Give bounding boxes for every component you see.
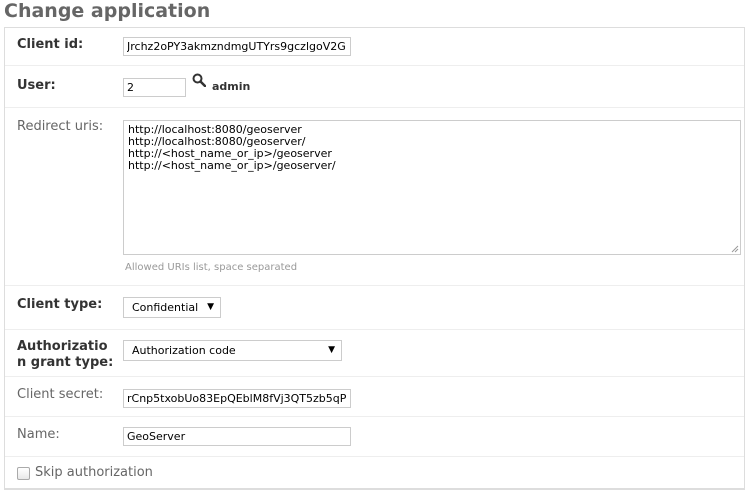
client-secret-label: Client secret: [17,387,104,402]
redirect-uris-row: Redirect uris: http://localhost:8080/geo… [5,108,744,286]
client-type-select[interactable]: Confidential ▼ [123,297,221,318]
redirect-uris-textarea[interactable]: http://localhost:8080/geoserver http://l… [123,120,741,255]
grant-type-label: Authorizatio n grant type: [17,339,113,371]
redirect-uri-line: http://<host_name_or_ip>/geoserver/ [128,159,336,172]
name-row: Name: [5,417,744,457]
resize-grip-icon[interactable] [730,244,739,253]
grant-type-label-line1: Authorizatio [17,339,108,354]
client-type-label: Client type: [17,297,103,312]
grant-type-select[interactable]: Authorization code ▼ [123,340,342,361]
skip-authorization-label[interactable]: Skip authorization [35,465,153,480]
name-input[interactable] [123,427,351,446]
redirect-uris-label: Redirect uris: [17,119,104,134]
client-id-row: Client id: [5,28,744,66]
dropdown-arrow-icon: ▼ [207,302,214,312]
client-secret-row: Client secret: [5,377,744,417]
dropdown-arrow-icon: ▼ [328,345,335,355]
client-id-label: Client id: [17,37,84,52]
skip-authorization-checkbox[interactable] [17,467,30,480]
magnifier-icon[interactable] [192,73,207,90]
grant-type-row: Authorizatio n grant type: Authorization… [5,330,744,377]
grant-type-label-line2: n grant type: [17,355,114,370]
redirect-uris-help: Allowed URIs list, space separated [125,262,298,273]
client-secret-input[interactable] [123,389,351,408]
client-id-input[interactable] [123,37,351,56]
user-label: User: [17,78,56,93]
user-row: User: admin [5,66,744,108]
grant-type-value: Authorization code [132,344,236,357]
name-label: Name: [17,427,60,442]
page-title: Change application [4,0,211,22]
user-display-name: admin [212,80,251,93]
skip-authorization-row: Skip authorization [5,457,744,489]
user-id-input[interactable] [123,78,186,97]
client-type-value: Confidential [132,301,199,314]
client-type-row: Client type: Confidential ▼ [5,286,744,330]
application-form: Client id: User: admin Redirect uris: ht… [4,27,745,490]
